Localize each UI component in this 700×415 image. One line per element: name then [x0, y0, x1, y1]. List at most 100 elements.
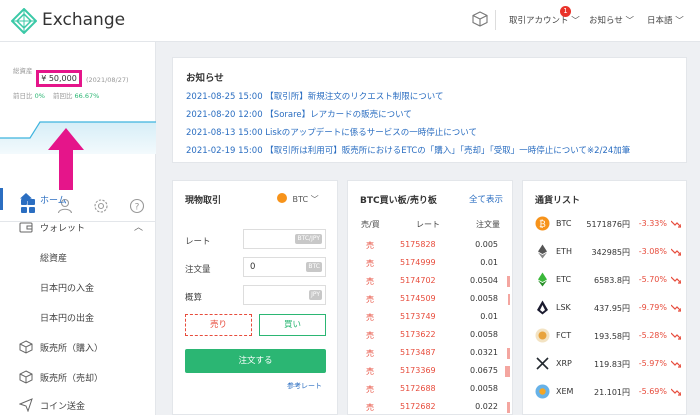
view-all-link[interactable]: 全て表示: [469, 193, 503, 205]
trend-down-icon: [671, 332, 681, 340]
trend-down-icon: [671, 304, 681, 312]
total-assets-value: ¥ 50,000: [36, 70, 82, 87]
qty-input-value: 0: [250, 262, 256, 272]
total-assets-date: (2021/08/27): [86, 76, 129, 84]
orderbook-row[interactable]: 売 5173369 0.0675: [348, 363, 510, 381]
currency-list-title: 通貨リスト: [535, 196, 581, 206]
currency-row[interactable]: FCT 193.58円 -5.28%: [523, 323, 686, 351]
language-menu[interactable]: 日本語 ﹀: [647, 14, 684, 26]
currency-row[interactable]: LSK 437.95円 -9.79%: [523, 295, 686, 323]
orderbook-row[interactable]: 売 5174509 0.0058: [348, 291, 510, 309]
nav-item-wallet[interactable]: ウォレット ︿: [0, 214, 155, 240]
currency-row[interactable]: XRP 119.83円 -5.97%: [523, 351, 686, 379]
currency-row[interactable]: XEM 21.101円 -5.69%: [523, 379, 686, 407]
rate-input[interactable]: BTC/JPY: [243, 229, 326, 249]
order-price: 5174999: [400, 258, 436, 267]
orderbook-row[interactable]: 売 5173487 0.0321: [348, 345, 510, 363]
order-price: 5175828: [400, 240, 436, 249]
orderbook-row[interactable]: 売 5174999 0.01: [348, 255, 510, 273]
nav-item-store-buy[interactable]: 販売所（購入）: [0, 334, 155, 360]
currency-symbol: XEM: [556, 387, 574, 396]
reference-rate-link[interactable]: 参考レート: [287, 381, 322, 391]
order-qty: 0.0058: [470, 330, 498, 339]
top-header: Exchange 取引アカウント ﹀ 1 お知らせ ﹀ 日本語 ﹀: [0, 0, 700, 42]
currency-symbol: BTC: [556, 219, 572, 228]
orderbook-title: BTC買い板/売り板: [360, 196, 437, 206]
nav-item-coin-send[interactable]: コイン送金: [0, 392, 155, 415]
currency-change: -3.08%: [638, 247, 667, 256]
nav-label: 総資産: [40, 254, 68, 264]
orderbook-row[interactable]: 売 5174702 0.0504: [348, 273, 510, 291]
wallet-icon: [19, 222, 33, 233]
trend-down-icon: [671, 220, 681, 228]
nav-label: 販売所（購入）: [40, 344, 104, 354]
sell-button[interactable]: 売り: [185, 314, 252, 336]
order-side: 売: [366, 313, 374, 322]
account-menu[interactable]: 取引アカウント ﹀: [509, 14, 580, 26]
orderbook-row[interactable]: 売 5173622 0.0058: [348, 327, 510, 345]
cube-icon[interactable]: [472, 11, 488, 27]
nav-item-jpy-deposit[interactable]: 日本円の入金: [0, 274, 155, 300]
currency-row[interactable]: ETC 6583.8円 -5.70%: [523, 267, 686, 295]
send-icon: [19, 398, 33, 412]
news-item[interactable]: 2021-02-19 15:00 【取引所は利用可】販売所におけるETCの「購入…: [186, 144, 630, 156]
news-item[interactable]: 2021-08-25 15:00 【取引所】新規注文のリクエスト制限について: [186, 90, 444, 102]
currency-price: 119.83円: [594, 360, 630, 369]
nav-item-home[interactable]: ホーム: [0, 186, 155, 212]
chevron-down-icon: ﹀: [675, 16, 684, 26]
order-qty: 0.0504: [470, 276, 498, 285]
order-side: 売: [366, 403, 374, 412]
pair-select-value: BTC: [292, 195, 309, 204]
depth-bar: [507, 276, 510, 287]
order-price: 5173749: [400, 312, 436, 321]
currency-row[interactable]: ₿ BTC 5171876円 -3.33%: [523, 211, 686, 239]
nav-label: ホーム: [40, 196, 67, 206]
news-item[interactable]: 2021-08-20 12:00 【Sorare】レアカードの販売について: [186, 108, 412, 120]
order-side: 売: [366, 385, 374, 394]
orderbook-row[interactable]: 売 5172688 0.0058: [348, 381, 510, 399]
depth-bar: [507, 348, 510, 359]
approx-label: 概算: [185, 293, 203, 303]
news-menu[interactable]: お知らせ ﹀: [589, 14, 634, 26]
trend-down-icon: [671, 276, 681, 284]
prev-day-label: 前日比: [13, 92, 33, 100]
logo-icon[interactable]: [11, 8, 37, 34]
brand-name: Exchange: [42, 10, 126, 30]
nav-label: 日本円の出金: [40, 314, 95, 324]
currency-row[interactable]: ETH 342985円 -3.08%: [523, 239, 686, 267]
qty-label: 注文量: [185, 265, 211, 275]
svg-text:₿: ₿: [539, 219, 546, 230]
qty-input[interactable]: 0 BTC: [243, 257, 326, 277]
sidebar: 総資産 ¥ 50,000 (2021/08/27) 前日比 0% 前回比 66.…: [0, 42, 156, 415]
currency-change: -3.33%: [638, 219, 667, 228]
orderbook-row[interactable]: 売 5173749 0.01: [348, 309, 510, 327]
nav-item-total-assets[interactable]: 総資産: [0, 244, 155, 270]
orderbook-row[interactable]: 売 5172682 0.022: [348, 399, 510, 415]
depth-bar: [508, 294, 510, 305]
orderbook-row[interactable]: 売 5175828 0.005: [348, 237, 510, 255]
order-qty: 0.0675: [470, 366, 498, 375]
trend-down-icon: [671, 388, 681, 396]
nav-label: ウォレット: [40, 224, 86, 234]
pair-select[interactable]: BTC ﹀: [277, 192, 319, 205]
order-qty: 0.022: [475, 402, 498, 411]
news-item[interactable]: 2021-08-13 15:00 Liskのアップデートに係るサービスの一時停止…: [186, 126, 477, 138]
nav-label: 日本円の入金: [40, 284, 95, 294]
currency-price: 437.95円: [594, 304, 630, 313]
place-order-button[interactable]: 注文する: [185, 349, 326, 373]
order-qty: 0.0321: [470, 348, 498, 357]
prev-rate-value: 66.67%: [74, 92, 100, 100]
etc-coin-icon: [538, 272, 547, 287]
approx-input[interactable]: JPY: [243, 285, 326, 305]
order-qty: 0.0058: [470, 294, 498, 303]
nav-item-store-sell[interactable]: 販売所（売却）: [0, 364, 155, 390]
nav-item-jpy-withdraw[interactable]: 日本円の出金: [0, 304, 155, 330]
currency-price: 5171876円: [586, 220, 630, 229]
buy-button[interactable]: 買い: [259, 314, 326, 336]
spot-trade-panel: 現物取引 BTC ﹀ レート BTC/JPY 注文量 0 BTC 概算 JPY …: [172, 180, 338, 415]
order-qty: 0.0058: [470, 384, 498, 393]
order-side: 売: [366, 295, 374, 304]
chevron-down-icon: ﹀: [571, 16, 580, 26]
chevron-up-icon[interactable]: ︿: [134, 220, 143, 233]
news-title: お知らせ: [186, 73, 224, 84]
